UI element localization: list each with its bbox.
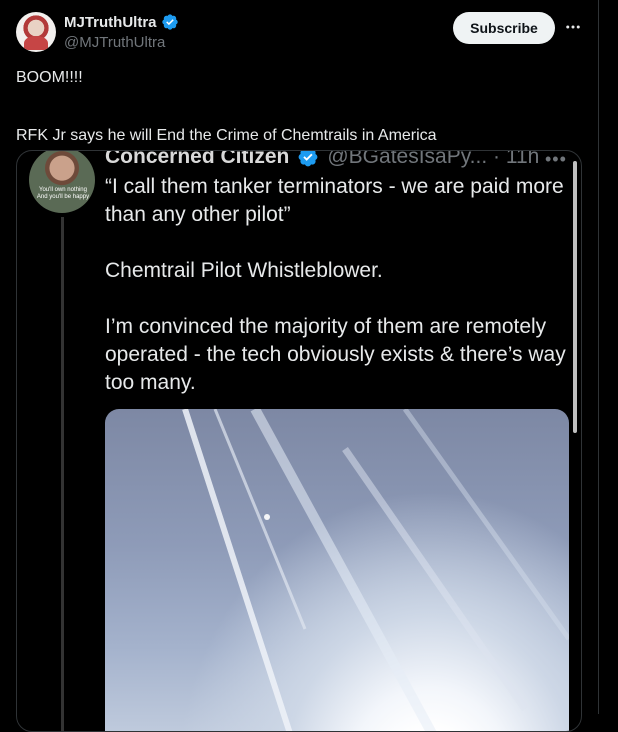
subscribe-button[interactable]: Subscribe xyxy=(453,12,555,44)
quoted-body-3: I’m convinced the majority of them are r… xyxy=(105,315,566,394)
quoted-author-name: Concerned Citizen xyxy=(105,150,290,168)
tweet-text: BOOM!!!! RFK Jr says he will End the Cri… xyxy=(16,68,576,146)
tweet-line-1: BOOM!!!! xyxy=(16,69,83,86)
author-handle[interactable]: @MJTruthUltra xyxy=(64,34,165,51)
timeline-divider xyxy=(598,0,599,714)
author-avatar[interactable] xyxy=(16,12,56,52)
quoted-header: Concerned Citizen @BGatesIsaPy... · 11h xyxy=(105,150,540,169)
verified-badge-icon xyxy=(161,14,178,30)
quoted-scrollbar xyxy=(573,161,577,433)
quoted-body-2: Chemtrail Pilot Whistleblower. xyxy=(105,259,383,282)
more-horizontal-icon[interactable] xyxy=(562,16,584,38)
tweet-media-screenshot[interactable]: You'll own nothing And you'll be happy C… xyxy=(16,150,582,732)
thread-line xyxy=(61,217,64,731)
quoted-body: “I call them tanker terminators - we are… xyxy=(105,173,575,397)
quoted-author-avatar: You'll own nothing And you'll be happy xyxy=(29,151,95,213)
sky-contrails-image xyxy=(105,409,569,731)
quoted-more-icon: ••• xyxy=(545,150,567,169)
quoted-handle-time: @BGatesIsaPy... · 11h xyxy=(327,150,540,168)
quoted-body-1: “I call them tanker terminators - we are… xyxy=(105,175,564,226)
quoted-verified-badge-icon xyxy=(298,151,318,167)
author-name-row: MJTruthUltra xyxy=(64,13,179,31)
author-display-name[interactable]: MJTruthUltra xyxy=(64,14,157,31)
tweet-line-2: RFK Jr says he will End the Crime of Che… xyxy=(16,127,437,144)
avatar-caption: You'll own nothing And you'll be happy xyxy=(36,187,90,200)
